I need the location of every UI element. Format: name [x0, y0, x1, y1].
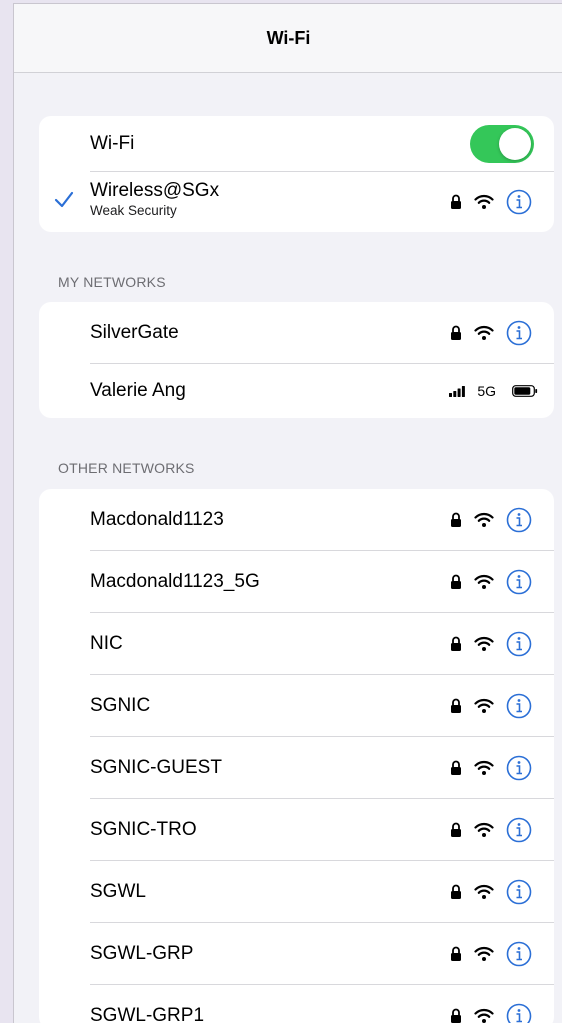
- battery-icon: [512, 385, 538, 397]
- info-icon[interactable]: [506, 693, 532, 719]
- page-title: Wi-Fi: [267, 28, 311, 49]
- wifi-icon: [474, 884, 494, 900]
- lock-icon: [450, 512, 462, 528]
- toggle-knob: [499, 128, 531, 160]
- network-name: Macdonald1123: [90, 509, 224, 531]
- lock-icon: [450, 194, 462, 210]
- wifi-icon: [474, 194, 494, 210]
- hotspot-network-type: 5G: [477, 383, 496, 399]
- other-networks-group: Macdonald1123 Macdonald1123_5G: [39, 489, 554, 1023]
- cellular-signal-icon: [449, 386, 465, 397]
- wifi-icon: [474, 512, 494, 528]
- network-row[interactable]: SGNIC-TRO: [39, 799, 554, 861]
- network-row[interactable]: NIC: [39, 613, 554, 675]
- network-row[interactable]: Macdonald1123: [39, 489, 554, 551]
- network-name: SilverGate: [90, 322, 179, 344]
- wifi-group: Wi-Fi Wireless@SGx Weak Security: [39, 116, 554, 232]
- checkmark-icon: [54, 189, 74, 215]
- my-networks-header: MY NETWORKS: [58, 274, 166, 290]
- info-icon[interactable]: [506, 507, 532, 533]
- network-row-silvergate[interactable]: SilverGate: [39, 302, 554, 364]
- lock-icon: [450, 822, 462, 838]
- wifi-toggle-row: Wi-Fi: [39, 116, 554, 172]
- network-name: SGNIC-GUEST: [90, 757, 222, 779]
- lock-icon: [450, 698, 462, 714]
- wifi-icon: [474, 760, 494, 776]
- lock-icon: [450, 884, 462, 900]
- info-icon[interactable]: [506, 817, 532, 843]
- network-row-valerie-ang[interactable]: Valerie Ang 5G: [39, 364, 554, 418]
- info-icon[interactable]: [506, 631, 532, 657]
- connected-network-name: Wireless@SGx: [90, 180, 219, 201]
- wifi-toggle-switch[interactable]: [470, 125, 534, 163]
- navigation-bar: Wi-Fi: [14, 4, 562, 73]
- wifi-icon: [474, 636, 494, 652]
- network-name: Macdonald1123_5G: [90, 571, 260, 593]
- lock-icon: [450, 946, 462, 962]
- network-row[interactable]: SGWL: [39, 861, 554, 923]
- info-icon[interactable]: [506, 189, 532, 215]
- network-name: SGWL-GRP: [90, 943, 193, 965]
- lock-icon: [450, 760, 462, 776]
- network-name: NIC: [90, 633, 123, 655]
- wifi-settings-page: Wi-Fi Wi-Fi Wireless@SGx Weak Security: [13, 3, 562, 1023]
- security-warning: Weak Security: [90, 203, 219, 218]
- lock-icon: [450, 325, 462, 341]
- lock-icon: [450, 574, 462, 590]
- wifi-icon: [474, 325, 494, 341]
- lock-icon: [450, 636, 462, 652]
- wifi-toggle-label: Wi-Fi: [90, 133, 134, 155]
- lock-icon: [450, 1008, 462, 1023]
- connected-network-row[interactable]: Wireless@SGx Weak Security: [39, 172, 554, 232]
- wifi-icon: [474, 574, 494, 590]
- network-name: SGNIC: [90, 695, 150, 717]
- wifi-icon: [474, 698, 494, 714]
- info-icon[interactable]: [506, 755, 532, 781]
- wifi-icon: [474, 946, 494, 962]
- info-icon[interactable]: [506, 941, 532, 967]
- my-networks-group: SilverGate Valerie Ang 5G: [39, 302, 554, 418]
- network-name: SGWL: [90, 881, 146, 903]
- connected-network-info: Wireless@SGx Weak Security: [90, 180, 219, 218]
- network-row[interactable]: SGWL-GRP1: [39, 985, 554, 1023]
- network-row[interactable]: Macdonald1123_5G: [39, 551, 554, 613]
- network-row[interactable]: SGNIC: [39, 675, 554, 737]
- network-row[interactable]: SGWL-GRP: [39, 923, 554, 985]
- network-name: Valerie Ang: [90, 380, 186, 402]
- wifi-icon: [474, 822, 494, 838]
- network-row[interactable]: SGNIC-GUEST: [39, 737, 554, 799]
- network-name: SGWL-GRP1: [90, 1005, 204, 1023]
- info-icon[interactable]: [506, 320, 532, 346]
- network-name: SGNIC-TRO: [90, 819, 197, 841]
- wifi-icon: [474, 1008, 494, 1023]
- info-icon[interactable]: [506, 569, 532, 595]
- info-icon[interactable]: [506, 1003, 532, 1023]
- other-networks-header: OTHER NETWORKS: [58, 460, 195, 476]
- info-icon[interactable]: [506, 879, 532, 905]
